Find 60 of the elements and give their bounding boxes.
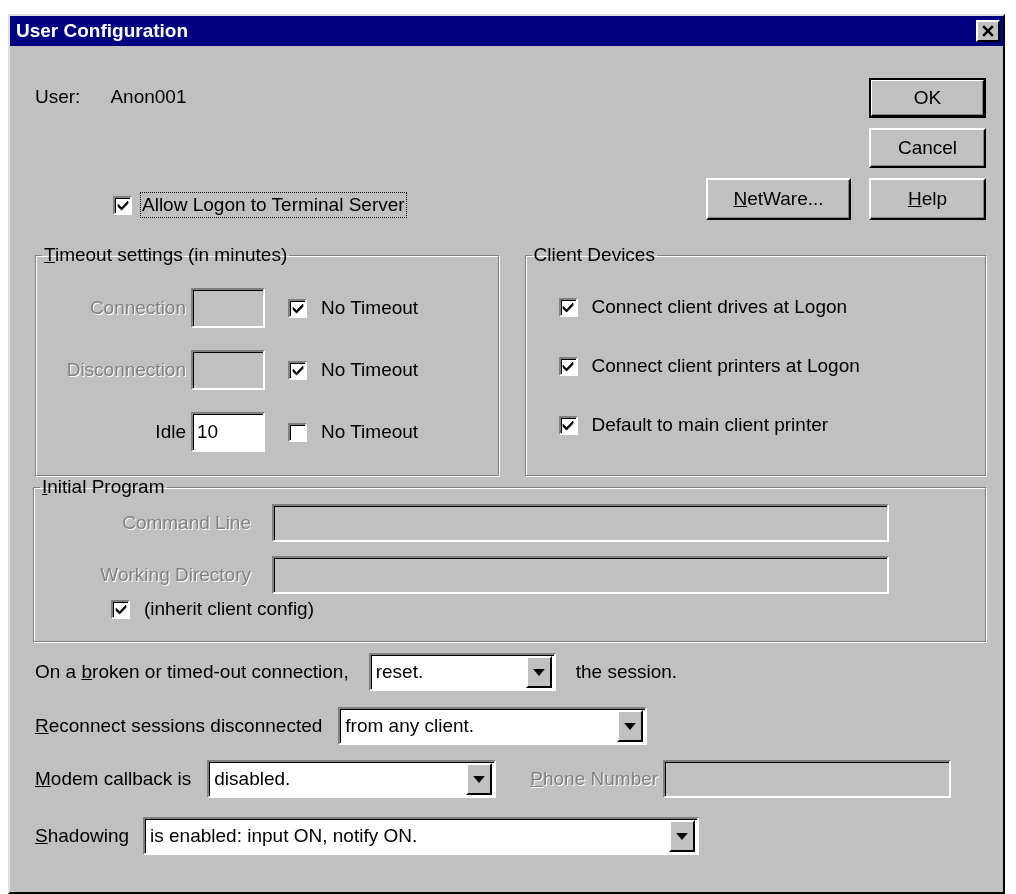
user-label: User:: [35, 86, 81, 108]
dropdown[interactable]: disabled.: [207, 760, 497, 798]
checkbox-label[interactable]: Default to main client printer: [591, 414, 829, 436]
checkmark-icon: [561, 359, 575, 373]
group-title: Initial Program: [41, 476, 166, 498]
input-field[interactable]: [191, 350, 265, 390]
checkmark-icon: [113, 602, 128, 616]
dropdown[interactable]: from any client.: [338, 707, 648, 745]
checkbox[interactable]: [558, 415, 578, 435]
dialog-button[interactable]: OK: [869, 78, 986, 118]
input-field[interactable]: [663, 760, 952, 798]
dropdown-arrow-button[interactable]: [466, 763, 493, 795]
input-field[interactable]: [272, 556, 889, 594]
window-title: User Configuration: [16, 20, 189, 42]
caret-icon: [676, 832, 689, 840]
checkbox[interactable]: [288, 422, 307, 442]
dropdown-arrow-button[interactable]: [617, 710, 644, 742]
input-field[interactable]: [191, 288, 265, 328]
checkbox-label[interactable]: Connect client printers at Logon: [591, 355, 860, 377]
checkbox-label[interactable]: Allow Logon to Terminal Server: [142, 194, 405, 216]
checkbox-label[interactable]: Connect client drives at Logon: [591, 296, 848, 318]
checkmark-icon: [290, 363, 305, 377]
checkmark-icon: [290, 301, 305, 315]
group-title: Timeout settings (in minutes): [43, 244, 289, 266]
field-label: On a broken or timed-out connection,: [35, 661, 349, 683]
caret-icon: [473, 775, 486, 783]
dialog-button[interactable]: NetWare...: [706, 178, 851, 220]
dropdown[interactable]: reset.: [368, 653, 556, 691]
field-label: Phone Number: [530, 768, 659, 790]
field-label: the session.: [575, 661, 678, 683]
checkbox[interactable]: [111, 599, 130, 619]
dropdown-arrow-button[interactable]: [669, 820, 696, 852]
checkmark-icon: [561, 300, 575, 314]
checkbox-label[interactable]: (inherit client config): [144, 598, 315, 620]
field-label: Modem callback is: [35, 768, 192, 790]
close-icon: [982, 25, 994, 37]
close-button[interactable]: [976, 20, 1000, 42]
checkbox[interactable]: [113, 195, 132, 215]
input-field[interactable]: 10: [191, 412, 265, 452]
dropdown[interactable]: is enabled: input ON, notify ON.: [143, 817, 700, 855]
field-label: Connection: [88, 297, 186, 319]
checkbox-label[interactable]: No Timeout: [321, 421, 419, 443]
checkmark-icon: [561, 418, 575, 432]
checkbox[interactable]: [558, 356, 578, 376]
dialog-button[interactable]: Help: [869, 178, 986, 220]
checkmark-icon: [115, 198, 130, 212]
caret-icon: [624, 722, 637, 730]
input-field[interactable]: [272, 504, 889, 542]
caret-icon: [532, 668, 545, 676]
group-title: Client Devices: [532, 244, 656, 266]
field-label: Reconnect sessions disconnected: [35, 715, 323, 737]
field-label: Disconnection: [65, 359, 186, 381]
dropdown-arrow-button[interactable]: [525, 656, 552, 688]
user-name: Anon001: [110, 86, 187, 108]
field-label: Shadowing: [35, 825, 130, 847]
field-label: Working Directory: [99, 564, 251, 586]
field-label: Command Line: [121, 512, 251, 534]
dialog-button[interactable]: Cancel: [869, 128, 986, 168]
field-label: Idle: [154, 421, 186, 443]
checkbox[interactable]: [558, 297, 578, 317]
